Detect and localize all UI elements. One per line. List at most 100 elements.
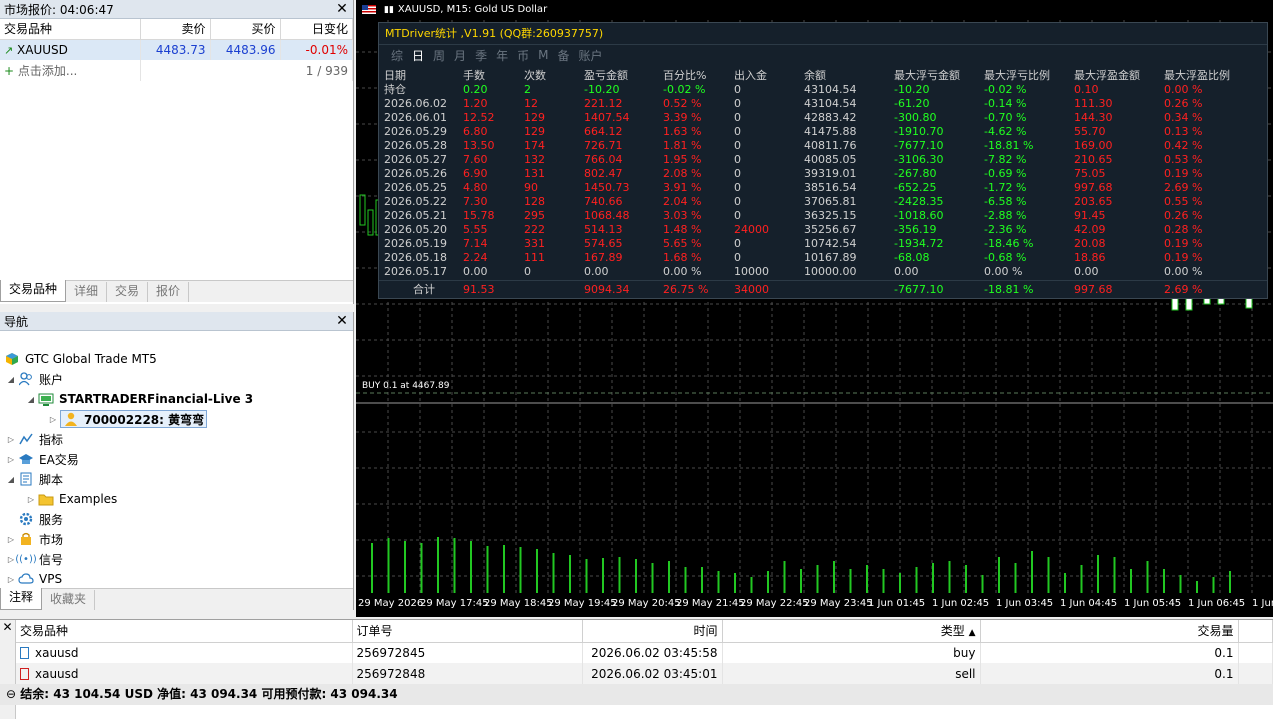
tree-indicators[interactable]: ▷ 指标 bbox=[6, 429, 63, 449]
add-symbol-row[interactable]: + 点击添加... 1 / 939 bbox=[0, 60, 353, 81]
col-bid[interactable]: 卖价 bbox=[140, 19, 211, 40]
orders-table: 交易品种 订单号 时间 类型 ▲ 交易量 xauusd 256972845 20… bbox=[16, 620, 1273, 684]
tab-trading[interactable]: 交易 bbox=[107, 282, 149, 302]
stats-total-row: 合计 91.53 9094.34 26.75 % 34000 -7677.10 -18.81… bbox=[379, 283, 1267, 297]
stats-tab[interactable]: 日 bbox=[412, 47, 424, 64]
close-icon[interactable]: ✕ bbox=[335, 314, 349, 328]
stats-tab[interactable]: 月 bbox=[454, 47, 466, 64]
stats-cell: -18.46 % bbox=[984, 237, 1034, 250]
time-tick-label: 1 Jun 06:45 bbox=[1188, 598, 1246, 609]
col-change[interactable]: 日变化 bbox=[280, 19, 353, 40]
stats-cell: 2026.05.25 bbox=[384, 181, 447, 194]
tab-favorites[interactable]: 收藏夹 bbox=[42, 590, 96, 610]
tree-examples[interactable]: ▷ Examples bbox=[26, 489, 117, 509]
col-symbol[interactable]: 交易品种 bbox=[0, 19, 141, 40]
stats-cell: 0 bbox=[734, 251, 741, 264]
tab-details[interactable]: 详细 bbox=[66, 282, 108, 302]
stats-cell: 0.19 % bbox=[1164, 167, 1203, 180]
col-volume[interactable]: 交易量 bbox=[980, 620, 1239, 643]
stats-cell: 百分比% bbox=[663, 69, 707, 82]
collapse-icon[interactable]: ◢ bbox=[6, 475, 16, 484]
col-order[interactable]: 订单号 bbox=[352, 620, 583, 643]
stats-cell: -2428.35 bbox=[894, 195, 944, 208]
stats-cell: 日期 bbox=[384, 69, 406, 82]
col-type[interactable]: 类型 ▲ bbox=[722, 620, 981, 643]
tree-account[interactable]: ▷ 700002228: 黄弯弯 bbox=[48, 409, 208, 429]
stats-cell: 42883.42 bbox=[804, 111, 857, 124]
order-type: sell bbox=[722, 663, 981, 684]
add-symbol-label: 点击添加... bbox=[17, 64, 78, 78]
stats-cell: -1018.60 bbox=[894, 209, 944, 222]
collapse-icon[interactable]: ◢ bbox=[26, 395, 36, 404]
stats-cell: 2026.05.26 bbox=[384, 167, 447, 180]
stats-cell: 766.04 bbox=[584, 153, 623, 166]
tree-accounts[interactable]: ◢ 账户 bbox=[6, 369, 63, 389]
tree-services[interactable]: 服务 bbox=[18, 509, 63, 529]
stats-cell: 10000 bbox=[734, 265, 769, 278]
stats-cell: 129 bbox=[524, 111, 545, 124]
stats-cell: 2 bbox=[524, 83, 531, 96]
market-watch-panel: 市场报价: 04:06:47 ✕ 交易品种 卖价 买价 日变化 ↗ XAUUSD… bbox=[0, 0, 354, 304]
order-symbol: xauusd bbox=[35, 645, 79, 660]
stats-cell: 10742.54 bbox=[804, 237, 857, 250]
tab-symbols[interactable]: 交易品种 bbox=[0, 280, 67, 302]
market-watch-table: 交易品种 卖价 买价 日变化 ↗ XAUUSD 4483.73 4483.96 … bbox=[0, 19, 353, 81]
expand-icon[interactable]: ▷ bbox=[6, 535, 16, 544]
tree-root[interactable]: GTC Global Trade MT5 bbox=[4, 349, 157, 369]
stats-cell: 1.68 % bbox=[663, 251, 702, 264]
order-volume: 0.1 bbox=[980, 663, 1239, 684]
stats-cell: 20.08 bbox=[1074, 237, 1106, 250]
stats-cell: 6.90 bbox=[463, 167, 488, 180]
stats-cell: 91.53 bbox=[463, 283, 495, 296]
tree-market[interactable]: ▷ 市场 bbox=[6, 529, 63, 549]
close-icon[interactable]: ✕ bbox=[335, 2, 349, 16]
tab-ticks[interactable]: 报价 bbox=[148, 282, 190, 302]
stats-tab[interactable]: M bbox=[538, 48, 548, 62]
stats-row: 2026.05.28 13.50 174 726.71 1.81 % 0 40811.76 -… bbox=[379, 139, 1267, 153]
navigator-tabs: 注释 收藏夹 bbox=[0, 588, 353, 610]
tree-ea[interactable]: ▷ EA交易 bbox=[6, 449, 79, 469]
col-time[interactable]: 时间 bbox=[582, 620, 723, 643]
expand-icon[interactable]: ▷ bbox=[6, 455, 16, 464]
tree-scripts[interactable]: ◢ 脚本 bbox=[6, 469, 63, 489]
stats-cell: 0.00 bbox=[1074, 265, 1099, 278]
tree-account-label: 700002228: 黄弯弯 bbox=[84, 412, 205, 427]
stats-cell: 2.08 % bbox=[663, 167, 702, 180]
stats-cell: 1.95 % bbox=[663, 153, 702, 166]
stats-cell: 43104.54 bbox=[804, 83, 857, 96]
stats-cell: 1407.54 bbox=[584, 111, 630, 124]
stats-tab[interactable]: 年 bbox=[496, 47, 508, 64]
close-icon[interactable]: ✕ bbox=[0, 620, 15, 634]
order-row[interactable]: xauusd 256972845 2026.06.02 03:45:58 buy… bbox=[16, 642, 1273, 663]
order-ticket: 256972845 bbox=[352, 642, 583, 663]
col-symbol[interactable]: 交易品种 bbox=[16, 620, 353, 643]
stats-tab[interactable]: 账户 bbox=[578, 47, 602, 64]
stats-cell: 726.71 bbox=[584, 139, 623, 152]
minus-circle-icon[interactable]: ⊖ bbox=[6, 687, 16, 701]
symbol-row[interactable]: ↗ XAUUSD 4483.73 4483.96 -0.01% bbox=[0, 39, 353, 60]
col-ask[interactable]: 买价 bbox=[210, 19, 281, 40]
tree-indicators-label: 指标 bbox=[39, 432, 64, 447]
expand-icon[interactable]: ▷ bbox=[6, 575, 16, 584]
tree-vps[interactable]: ▷ VPS bbox=[6, 569, 62, 589]
expand-icon[interactable]: ▷ bbox=[6, 435, 16, 444]
tree-server[interactable]: ◢ STARTRADERFinancial-Live 3 bbox=[26, 389, 253, 409]
expand-icon[interactable]: ▷ bbox=[48, 415, 58, 424]
collapse-icon[interactable]: ◢ bbox=[6, 375, 16, 384]
stats-tab[interactable]: 周 bbox=[433, 47, 445, 64]
stats-cell: -10.20 bbox=[584, 83, 620, 96]
stats-cell: 2.04 % bbox=[663, 195, 702, 208]
stats-tab[interactable]: 备 bbox=[557, 47, 569, 64]
order-type: buy bbox=[722, 642, 981, 663]
tree-signals[interactable]: ▷ ((•)) 信号 bbox=[6, 549, 63, 569]
stats-tab[interactable]: 币 bbox=[517, 47, 529, 64]
order-symbol: xauusd bbox=[35, 666, 79, 681]
stats-cell: 144.30 bbox=[1074, 111, 1113, 124]
stats-cell: 0 bbox=[734, 97, 741, 110]
order-row[interactable]: xauusd 256972848 2026.06.02 03:45:01 sel… bbox=[16, 663, 1273, 684]
expand-icon[interactable]: ▷ bbox=[26, 495, 36, 504]
stats-tab[interactable]: 季 bbox=[475, 47, 487, 64]
chart-title: XAUUSD, M15: Gold US Dollar bbox=[397, 4, 548, 15]
tab-common[interactable]: 注释 bbox=[0, 588, 43, 610]
stats-tab[interactable]: 综 bbox=[391, 47, 403, 64]
